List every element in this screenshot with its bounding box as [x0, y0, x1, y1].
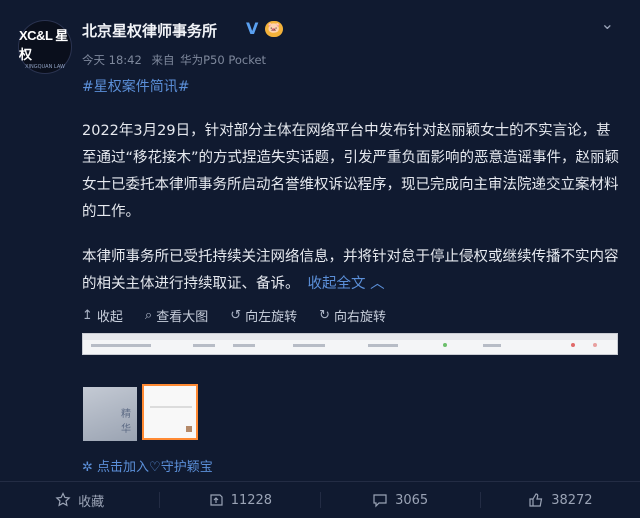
comment-button[interactable]: 3065 [321, 482, 480, 518]
star-icon [55, 492, 71, 507]
arrow-up-icon: ↥ [82, 308, 93, 323]
like-count: 38272 [551, 492, 593, 508]
image-thumbnail-2-selected[interactable] [142, 384, 198, 440]
avatar[interactable]: XC&L 星权 XINGQUAN LAW [18, 20, 72, 74]
thumbnail-mark [186, 426, 192, 432]
author-name[interactable]: 北京星权律师事务所 [82, 20, 217, 41]
expanded-image[interactable] [82, 333, 618, 355]
post-content: 2022年3月29日，针对部分主体在网络平台中发布针对赵丽颖女士的不实言论，甚至… [82, 118, 622, 298]
image-status-dot [593, 343, 597, 347]
chevron-up-icon: ︿ [370, 276, 385, 292]
repost-button[interactable]: 11228 [160, 482, 319, 518]
image-table-header [83, 334, 617, 340]
thumbnail-line [150, 406, 192, 408]
like-button[interactable]: 38272 [481, 482, 640, 518]
post-source[interactable]: 华为P50 Pocket [180, 53, 266, 67]
image-table-cell [293, 344, 325, 347]
repost-icon [210, 494, 223, 506]
post-time: 今天 18:42 [82, 53, 142, 67]
image-status-dot [571, 343, 575, 347]
collapse-image-button[interactable]: ↥ 收起 [82, 306, 123, 325]
post-paragraph-2: 本律师事务所已受托持续关注网络信息，并将针对怠于停止侵权或继续传播不实内容的相关… [82, 244, 622, 298]
sparkle-icon: ✲ [82, 460, 93, 475]
rotate-left-icon: ↺ [230, 308, 242, 323]
image-thumbnail-1[interactable]: 精华 [83, 387, 137, 441]
search-icon: ⌕ [144, 308, 153, 323]
rotate-left-button[interactable]: ↺ 向左旋转 [230, 306, 297, 325]
rotate-right-icon: ↻ [319, 308, 331, 323]
rotate-left-label: 向左旋转 [245, 310, 298, 325]
rotate-right-label: 向右旋转 [334, 310, 387, 325]
view-large-image-button[interactable]: ⌕ 查看大图 [145, 306, 208, 325]
comment-icon [373, 494, 387, 508]
image-status-dot [443, 343, 447, 347]
guard-link-label: 点击加入♡守护颖宝 [97, 460, 213, 475]
favorite-button[interactable]: 收藏 [0, 482, 159, 518]
view-large-image-label: 查看大图 [156, 310, 209, 325]
collapse-full-text-link[interactable]: 收起全文 ︿ [308, 276, 385, 292]
favorite-label: 收藏 [78, 494, 105, 510]
post-paragraph-1: 2022年3月29日，针对部分主体在网络平台中发布针对赵丽颖女士的不实言论，甚至… [82, 123, 620, 220]
image-table-cell [368, 344, 398, 347]
image-table-cell [233, 344, 255, 347]
guard-link[interactable]: ✲ 点击加入♡守护颖宝 [82, 456, 213, 475]
source-prefix: 来自 [151, 53, 175, 67]
thumbnail-text: 精华 [121, 409, 131, 435]
image-table-cell [91, 344, 151, 347]
collapse-full-text-label: 收起全文 [307, 276, 366, 292]
rotate-right-button[interactable]: ↻ 向右旋转 [319, 306, 386, 325]
vip-badge-icon: 🐷 [265, 21, 283, 37]
action-bar: 收藏 11228 3065 38272 [0, 482, 640, 518]
more-options-icon[interactable]: ⌄ [601, 14, 614, 33]
thumbs-up-icon [529, 493, 543, 507]
post-meta: 今天 18:42 来自 华为P50 Pocket [82, 52, 272, 68]
avatar-logo-text: XC&L 星权 [19, 27, 68, 62]
image-table-cell [483, 344, 501, 347]
verified-icon: V [246, 19, 259, 38]
image-toolbar: ↥ 收起 ⌕ 查看大图 ↺ 向左旋转 ↻ 向右旋转 [82, 306, 386, 325]
collapse-image-label: 收起 [96, 310, 123, 325]
topic-link[interactable]: #星权案件简讯# [82, 76, 189, 96]
comment-count: 3065 [395, 492, 429, 508]
repost-count: 11228 [230, 492, 273, 508]
image-table-cell [193, 344, 215, 347]
avatar-logo-subtext: XINGQUAN LAW [25, 63, 65, 70]
